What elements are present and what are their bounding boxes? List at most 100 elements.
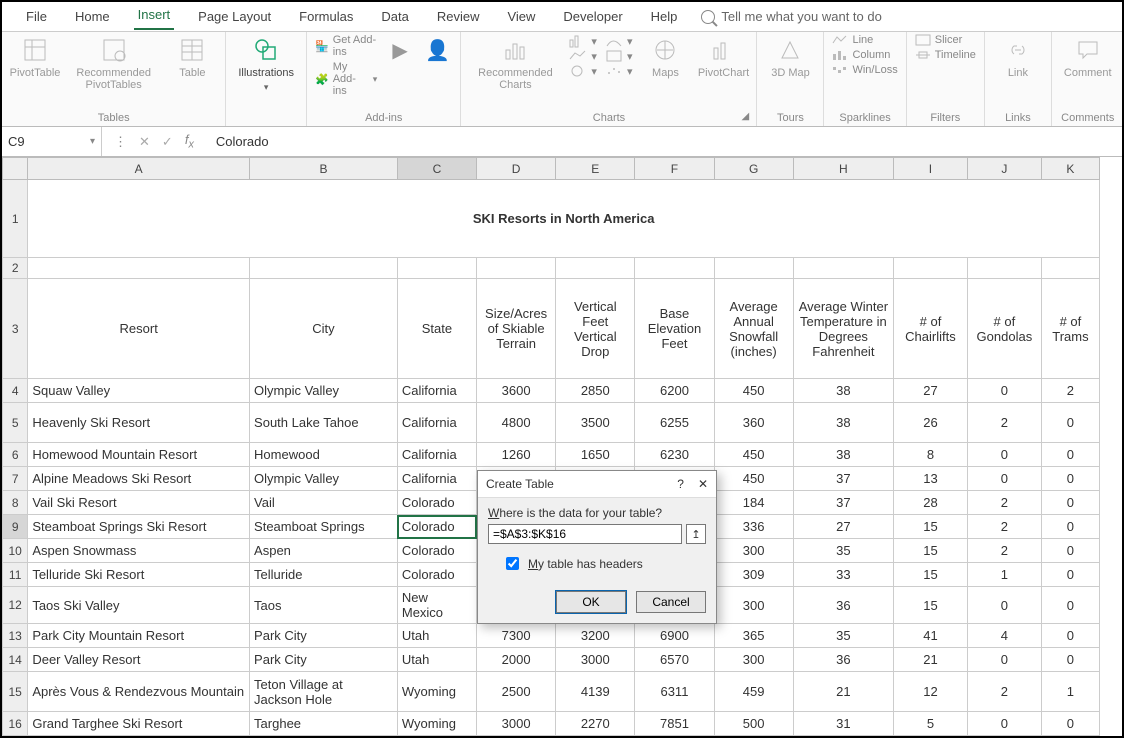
cell[interactable]: 0 <box>967 648 1041 672</box>
column-header-G[interactable]: G <box>714 158 793 180</box>
cell[interactable]: California <box>397 403 476 443</box>
row-header[interactable]: 8 <box>3 491 28 515</box>
cell[interactable]: 0 <box>1041 563 1099 587</box>
menu-tab-page-layout[interactable]: Page Layout <box>184 5 285 28</box>
column-header-C[interactable]: C <box>397 158 476 180</box>
cell[interactable]: Alpine Meadows Ski Resort <box>28 467 250 491</box>
cell[interactable]: Aspen <box>250 539 398 563</box>
maps-button[interactable]: Maps <box>640 34 690 81</box>
column-header-I[interactable]: I <box>894 158 968 180</box>
cell[interactable]: New Mexico <box>397 587 476 624</box>
cell[interactable] <box>28 258 250 279</box>
cancel-button[interactable]: Cancel <box>636 591 706 613</box>
table-header[interactable]: City <box>250 279 398 379</box>
cell[interactable]: 2 <box>967 403 1041 443</box>
chart-type-5[interactable]: ▾ <box>605 49 633 63</box>
cell[interactable]: 300 <box>714 539 793 563</box>
cell[interactable]: 2270 <box>556 712 635 736</box>
cell[interactable]: 1 <box>1041 672 1099 712</box>
row-header[interactable]: 2 <box>3 258 28 279</box>
cell[interactable]: 38 <box>793 403 893 443</box>
cell[interactable]: 6900 <box>635 624 714 648</box>
cell[interactable]: 15 <box>894 587 968 624</box>
cell[interactable]: Colorado <box>397 491 476 515</box>
row-header[interactable]: 1 <box>3 180 28 258</box>
cell[interactable]: 3000 <box>477 712 556 736</box>
menu-tab-developer[interactable]: Developer <box>549 5 636 28</box>
cell[interactable]: 500 <box>714 712 793 736</box>
cell[interactable]: 6200 <box>635 379 714 403</box>
recommended-charts-button[interactable]: Recommended Charts <box>469 34 561 93</box>
cell[interactable] <box>250 258 398 279</box>
my-addins-button[interactable]: 🧩 My Add-ins ▾ <box>315 61 377 97</box>
cell[interactable]: 0 <box>967 379 1041 403</box>
cell[interactable]: Taos <box>250 587 398 624</box>
cell[interactable]: Aspen Snowmass <box>28 539 250 563</box>
menu-tab-home[interactable]: Home <box>61 5 124 28</box>
cell[interactable]: 0 <box>1041 403 1099 443</box>
row-header[interactable]: 10 <box>3 539 28 563</box>
cell[interactable]: Steamboat Springs Ski Resort <box>28 515 250 539</box>
table-header[interactable]: Base Elevation Feet <box>635 279 714 379</box>
cell[interactable]: 2500 <box>477 672 556 712</box>
menu-tab-file[interactable]: File <box>12 5 61 28</box>
cell[interactable]: 0 <box>967 467 1041 491</box>
cell[interactable]: 28 <box>894 491 968 515</box>
pivottable-button[interactable]: PivotTable <box>10 34 60 81</box>
cell[interactable]: Steamboat Springs <box>250 515 398 539</box>
cell[interactable]: Vail Ski Resort <box>28 491 250 515</box>
cell[interactable]: 6255 <box>635 403 714 443</box>
row-header[interactable]: 5 <box>3 403 28 443</box>
name-box[interactable]: C9 ▾ <box>2 127 102 156</box>
cell[interactable]: 2 <box>967 672 1041 712</box>
table-header[interactable]: Resort <box>28 279 250 379</box>
column-header-B[interactable]: B <box>250 158 398 180</box>
cell[interactable]: 450 <box>714 443 793 467</box>
cell[interactable] <box>894 258 968 279</box>
cell[interactable]: Olympic Valley <box>250 379 398 403</box>
cell[interactable]: Wyoming <box>397 672 476 712</box>
row-header[interactable]: 15 <box>3 672 28 712</box>
cell[interactable]: Deer Valley Resort <box>28 648 250 672</box>
cell[interactable]: 21 <box>894 648 968 672</box>
formula-input[interactable]: Colorado <box>206 134 1122 149</box>
cell[interactable]: Utah <box>397 648 476 672</box>
get-addins-button[interactable]: 🏪 Get Add-ins <box>315 34 377 58</box>
cell[interactable]: Olympic Valley <box>250 467 398 491</box>
cell[interactable]: 15 <box>894 515 968 539</box>
cell[interactable] <box>397 258 476 279</box>
chart-type-2[interactable]: ▾ <box>569 49 597 63</box>
cell[interactable]: Park City Mountain Resort <box>28 624 250 648</box>
range-input[interactable] <box>488 524 682 544</box>
cell[interactable]: 0 <box>1041 587 1099 624</box>
column-header-F[interactable]: F <box>635 158 714 180</box>
cell[interactable] <box>477 258 556 279</box>
cell[interactable]: 450 <box>714 379 793 403</box>
cell[interactable]: Targhee <box>250 712 398 736</box>
cell[interactable]: Vail <box>250 491 398 515</box>
cell[interactable]: 450 <box>714 467 793 491</box>
cell[interactable]: 21 <box>793 672 893 712</box>
row-header[interactable]: 6 <box>3 443 28 467</box>
row-header[interactable]: 12 <box>3 587 28 624</box>
cell[interactable]: 365 <box>714 624 793 648</box>
table-header[interactable]: State <box>397 279 476 379</box>
cell[interactable]: 3600 <box>477 379 556 403</box>
cell[interactable]: 0 <box>1041 539 1099 563</box>
headers-checkbox[interactable] <box>506 557 519 570</box>
cell[interactable]: 37 <box>793 491 893 515</box>
cell[interactable]: 300 <box>714 648 793 672</box>
ok-button[interactable]: OK <box>556 591 626 613</box>
cell[interactable]: 0 <box>1041 491 1099 515</box>
cell[interactable]: 360 <box>714 403 793 443</box>
worksheet[interactable]: ABCDEFGHIJK1SKI Resorts in North America… <box>2 157 1122 736</box>
cell[interactable]: 4139 <box>556 672 635 712</box>
cell[interactable]: 3500 <box>556 403 635 443</box>
cell[interactable]: 2 <box>967 491 1041 515</box>
cell[interactable]: 27 <box>894 379 968 403</box>
row-header[interactable]: 11 <box>3 563 28 587</box>
row-header[interactable]: 9 <box>3 515 28 539</box>
cell[interactable]: 2 <box>1041 379 1099 403</box>
sparkline-line-button[interactable]: Line <box>832 34 897 46</box>
cell[interactable]: 15 <box>894 563 968 587</box>
